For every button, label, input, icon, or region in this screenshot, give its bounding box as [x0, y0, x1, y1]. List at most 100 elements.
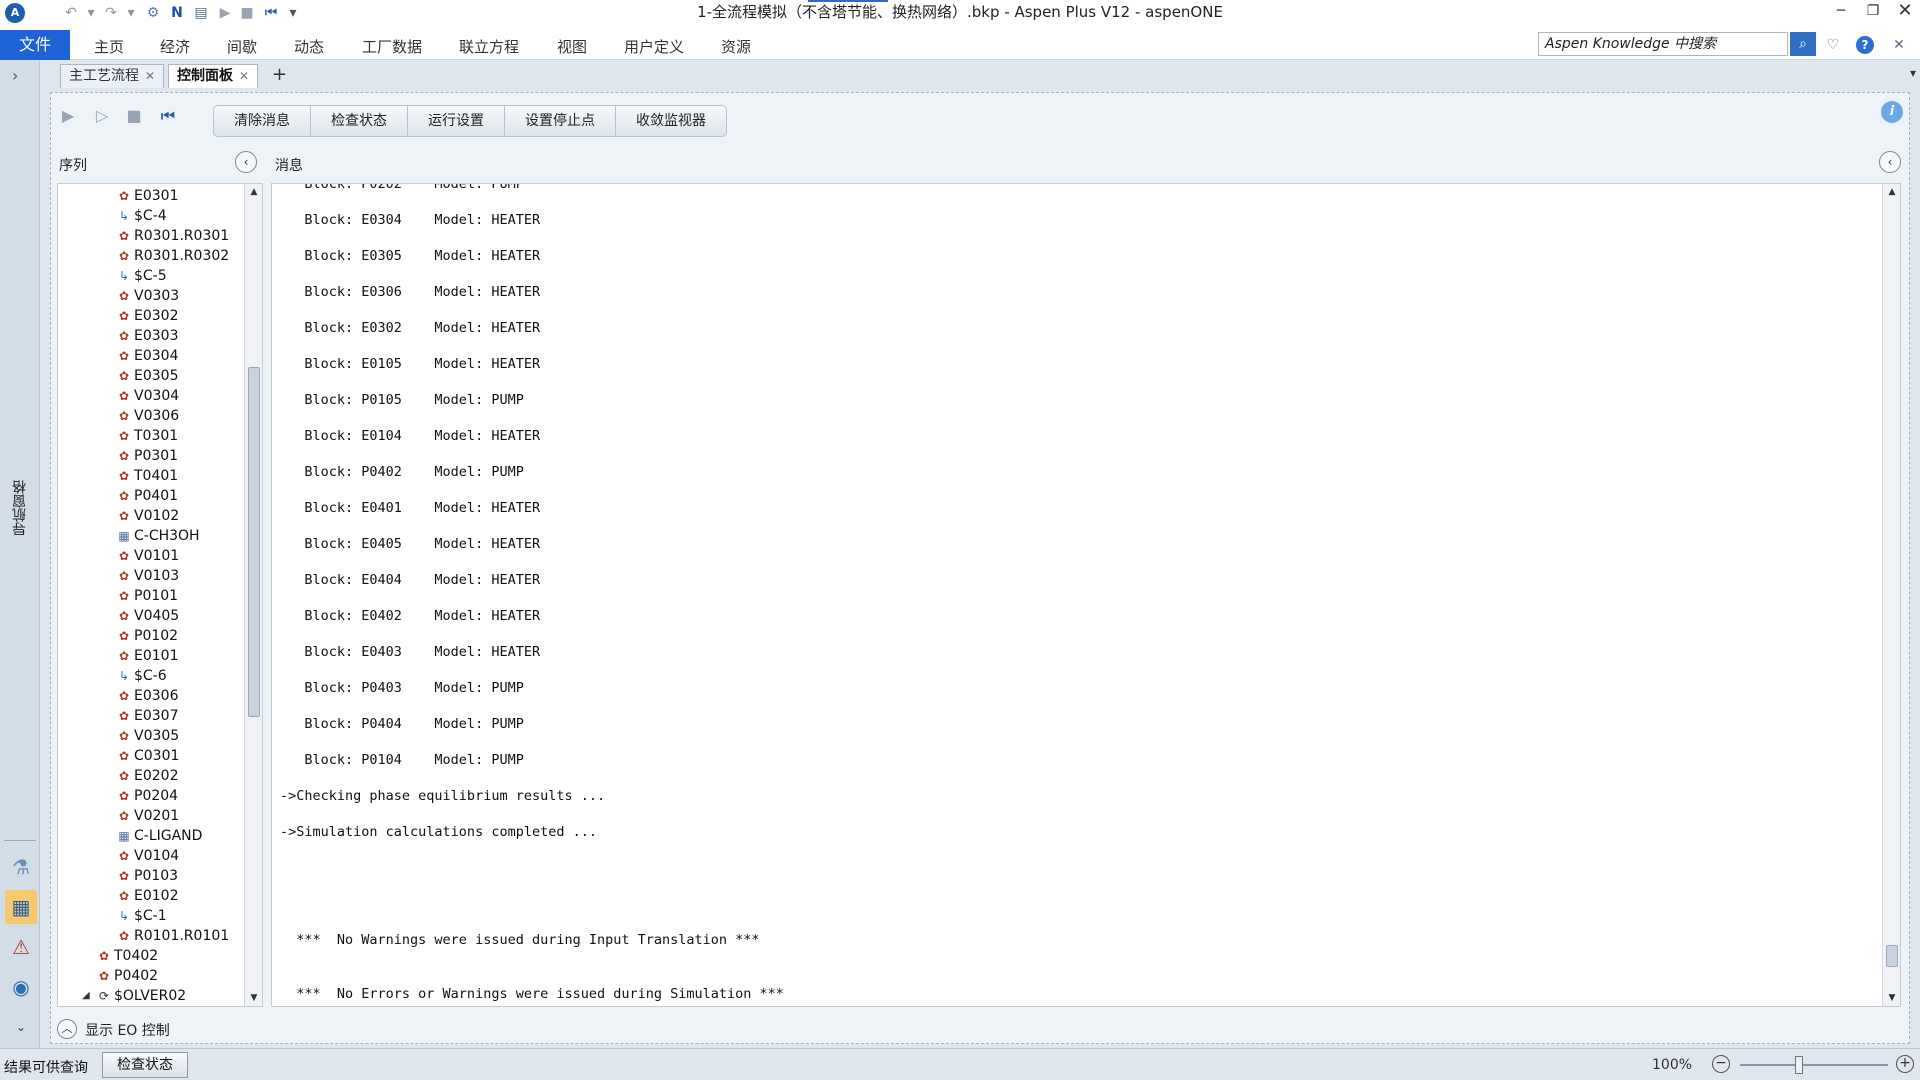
tree-expander-icon[interactable]: ◢	[82, 990, 90, 1001]
menu-resources[interactable]: 资源	[721, 36, 751, 57]
sequence-item[interactable]: ✿ V0306	[116, 406, 179, 426]
scroll-thumb[interactable]	[248, 367, 260, 718]
scroll-up-icon[interactable]: ▲	[245, 184, 262, 200]
sequence-item[interactable]: ⟳ $OLVER02	[96, 986, 186, 1006]
sequence-item[interactable]: ✿ E0301	[116, 186, 179, 206]
reset-icon[interactable]: ⏮	[157, 105, 179, 127]
add-tab-icon[interactable]: +	[272, 64, 287, 85]
eo-control-toggle-icon[interactable]: ︿	[57, 1019, 77, 1039]
scroll-thumb[interactable]	[1886, 944, 1898, 967]
menu-customize[interactable]: 用户定义	[624, 36, 684, 57]
sequence-item[interactable]: ✿ V0201	[116, 806, 179, 826]
scroll-down-icon[interactable]: ▼	[245, 990, 262, 1006]
sequence-item[interactable]: ✿ R0301.R0301	[116, 226, 229, 246]
tab-close-icon[interactable]: ✕	[145, 69, 155, 83]
run-icon[interactable]: ▶	[214, 2, 236, 24]
sequence-item[interactable]: ✿ V0104	[116, 846, 179, 866]
set-breakpoint-button[interactable]: 设置停止点	[505, 106, 616, 136]
next-icon[interactable]: N	[166, 2, 188, 24]
scroll-down-icon[interactable]: ▼	[1883, 990, 1900, 1006]
redo-icon[interactable]: ↷	[100, 2, 122, 24]
sequence-item[interactable]: ✿ V0305	[116, 726, 179, 746]
sequence-item[interactable]: ↳ $C-5	[116, 266, 167, 286]
zoom-out-icon[interactable]: −	[1712, 1055, 1730, 1073]
expand-nav-icon[interactable]: ›	[12, 66, 18, 85]
convergence-monitor-button[interactable]: 收敛监视器	[616, 106, 726, 136]
menu-plant-data[interactable]: 工厂数据	[362, 36, 422, 57]
tab-close-icon[interactable]: ✕	[239, 69, 249, 83]
sequence-item[interactable]: ✿ E0307	[116, 706, 179, 726]
minimize-icon[interactable]: ─	[1824, 0, 1858, 24]
stop-icon[interactable]: ■	[236, 2, 258, 24]
menu-dynamics[interactable]: 动态	[294, 36, 324, 57]
run-icon[interactable]: ▶	[57, 105, 79, 127]
sequence-item[interactable]: ✿ R0301.R0302	[116, 246, 229, 266]
control-panel-icon[interactable]: ▤	[190, 2, 212, 24]
sequence-item[interactable]: ✿ E0302	[116, 306, 179, 326]
eo-control-label[interactable]: 显示 EO 控制	[85, 1020, 170, 1040]
sequence-item[interactable]: ✿ E0202	[116, 766, 179, 786]
scroll-up-icon[interactable]: ▲	[1883, 184, 1900, 200]
menu-view[interactable]: 视图	[557, 36, 587, 57]
messages-scrollbar[interactable]: ▲ ▼	[1882, 184, 1900, 1006]
status-check-button[interactable]: 检查状态	[102, 1052, 188, 1078]
sequence-item[interactable]: ↳ $C-1	[116, 906, 167, 926]
sequence-item[interactable]: ✿ V0101	[116, 546, 179, 566]
sequence-item[interactable]: ✿ T0402	[96, 946, 158, 966]
sequence-item[interactable]: ↳ $C-6	[116, 666, 167, 686]
knowledge-search-input[interactable]: Aspen Knowledge 中搜索	[1538, 32, 1788, 56]
sequence-item[interactable]: ✿ C0301	[116, 746, 179, 766]
zoom-slider-track[interactable]	[1740, 1064, 1888, 1066]
menu-economics[interactable]: 经济	[160, 36, 190, 57]
sequence-item[interactable]: ▦ C-LIGAND	[116, 826, 202, 846]
help-icon[interactable]: ?	[1856, 36, 1874, 54]
zoom-in-icon[interactable]: +	[1896, 1055, 1914, 1073]
sequence-item[interactable]: ✿ V0102	[116, 506, 179, 526]
sequence-item[interactable]: ✿ P0101	[116, 586, 178, 606]
reconcile-icon[interactable]: ⚙	[142, 2, 164, 24]
sequence-item[interactable]: ✿ T0301	[116, 426, 178, 446]
restore-icon[interactable]: ❐	[1856, 0, 1890, 24]
run-settings-button[interactable]: 运行设置	[408, 106, 505, 136]
sequence-scrollbar[interactable]: ▲ ▼	[244, 184, 262, 1006]
sequence-item[interactable]: ✿ E0102	[116, 886, 179, 906]
tab-main-flowsheet[interactable]: 主工艺流程 ✕	[60, 64, 165, 88]
ribbon-options-icon[interactable]: ♡	[1822, 34, 1844, 56]
sequence-item[interactable]: ✿ P0204	[116, 786, 178, 806]
sequence-item[interactable]: ✿ P0103	[116, 866, 178, 886]
nav-pane-label[interactable]: 导航窗格	[10, 480, 30, 536]
customize-qat-icon[interactable]: ▾	[282, 2, 304, 24]
menu-batch[interactable]: 间歇	[227, 36, 257, 57]
energy-analysis-icon[interactable]: ◉	[5, 970, 37, 1004]
sequence-item[interactable]: ✿ E0303	[116, 326, 179, 346]
zoom-slider-thumb[interactable]	[1795, 1056, 1804, 1074]
collapse-sequence-icon[interactable]: ‹	[235, 151, 257, 173]
sequence-item[interactable]: ✿ V0303	[116, 286, 179, 306]
step-icon[interactable]: ▷	[91, 105, 113, 127]
sequence-item[interactable]: ✿ P0401	[116, 486, 178, 506]
menu-home[interactable]: 主页	[94, 36, 124, 57]
sequence-item[interactable]: ✿ E0305	[116, 366, 179, 386]
sequence-item[interactable]: ✿ P0301	[116, 446, 178, 466]
dropdown-small-icon[interactable]: ▾	[120, 2, 142, 24]
dropdown-small-icon[interactable]: ▾	[80, 2, 102, 24]
tab-control-panel[interactable]: 控制面板 ✕	[168, 64, 259, 88]
sequence-item[interactable]: ✿ V0103	[116, 566, 179, 586]
aspen-logo-icon[interactable]: A	[5, 3, 25, 23]
sequence-item[interactable]: ✿ E0101	[116, 646, 179, 666]
simulation-flowsheet-icon[interactable]: ▦	[5, 890, 37, 924]
sequence-item[interactable]: ✿ T0401	[116, 466, 178, 486]
sequence-item[interactable]: ✿ R0101.R0101	[116, 926, 229, 946]
undo-icon[interactable]: ↶	[60, 2, 82, 24]
sequence-item[interactable]: ↳ $C-4	[116, 206, 167, 226]
sequence-item[interactable]: ✿ E0306	[116, 686, 179, 706]
search-icon[interactable]: ⌕	[1790, 32, 1816, 56]
safety-analysis-icon[interactable]: ⚠	[5, 930, 37, 964]
info-icon[interactable]: i	[1881, 101, 1903, 123]
stop-icon[interactable]: ■	[123, 105, 145, 127]
properties-flask-icon[interactable]: ⚗	[5, 850, 37, 884]
check-status-button[interactable]: 检查状态	[311, 106, 408, 136]
sequence-item[interactable]: ✿ E0304	[116, 346, 179, 366]
reset-icon[interactable]: ⏮	[260, 2, 282, 24]
close-icon[interactable]: ✕	[1888, 0, 1920, 24]
